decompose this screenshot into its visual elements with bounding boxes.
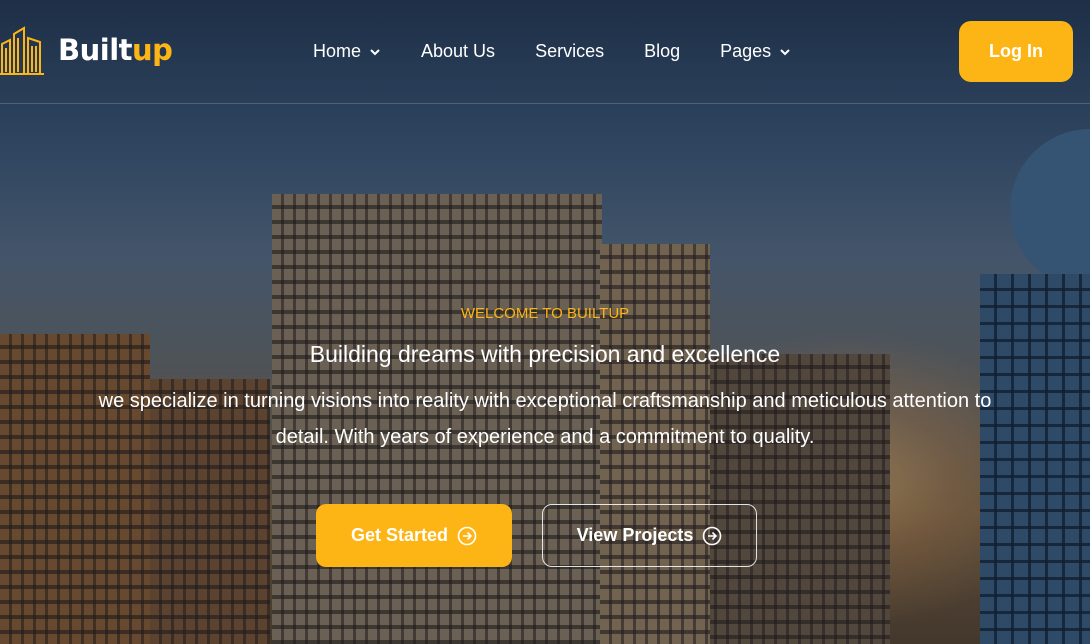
arrow-circle-right-icon — [703, 526, 722, 545]
get-started-button[interactable]: Get Started — [316, 504, 512, 567]
nav-item-label: Pages — [720, 41, 772, 61]
get-started-label: Get Started — [350, 525, 449, 545]
main-nav: Home About Us Services Blog Pages — [313, 41, 791, 62]
nav-item-pages[interactable]: Pages — [720, 41, 791, 62]
nav-item-about-us[interactable]: About Us — [421, 41, 495, 62]
nav-item-label: Blog — [644, 41, 681, 61]
arrow-circle-right-icon — [457, 526, 477, 545]
hero-eyebrow: WELCOME TO BUILTUP — [460, 305, 630, 322]
chevron-down-icon — [780, 48, 790, 55]
hero-headline: Building dreams with precision and excel… — [309, 341, 781, 367]
buildings-logo-icon — [0, 26, 44, 75]
hero-section: Builtup Home About Us Services Blog Page… — [0, 0, 1090, 644]
hero-description: we specialize in turning visions into re… — [98, 390, 992, 448]
brand-logo[interactable]: Builtup — [0, 24, 173, 76]
nav-item-services[interactable]: Services — [535, 41, 604, 62]
nav-item-blog[interactable]: Blog — [644, 41, 680, 62]
hero-content: WELCOME TO BUILTUP Building dreams with … — [0, 300, 1090, 455]
nav-item-label: Home — [313, 41, 362, 61]
nav-item-label: Services — [535, 41, 605, 61]
brand-name: Builtup — [58, 33, 173, 67]
view-projects-button[interactable]: View Projects — [542, 504, 757, 567]
login-button[interactable]: Log In — [959, 21, 1073, 82]
view-projects-label: View Projects — [576, 525, 694, 545]
site-header: Builtup Home About Us Services Blog Page… — [0, 0, 1090, 104]
nav-item-home[interactable]: Home — [313, 41, 381, 62]
nav-item-label: About Us — [421, 41, 496, 61]
hero-cta-group: Get Started View Projects — [316, 504, 757, 567]
chevron-down-icon — [370, 48, 380, 55]
